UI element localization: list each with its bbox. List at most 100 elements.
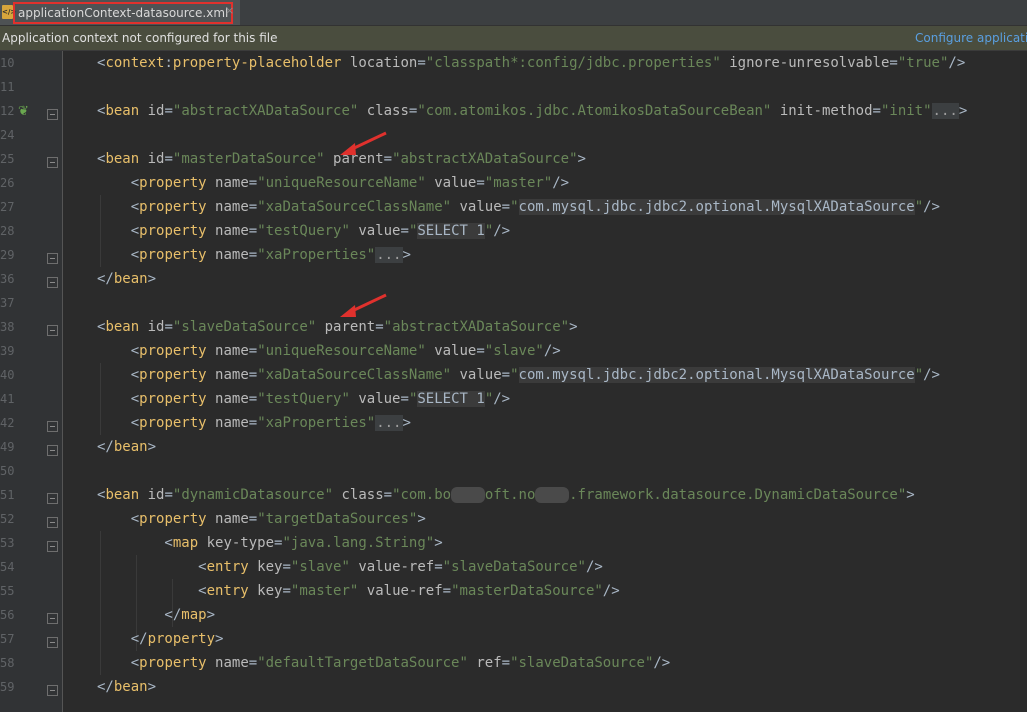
tag-name: entry <box>206 559 249 575</box>
tag-name: property-placeholder <box>172 55 342 71</box>
line-number: 55 <box>0 584 14 598</box>
attr-value: "masterDataSource" <box>451 583 603 599</box>
tag-name: map <box>172 535 199 551</box>
tag-name: bean <box>105 103 140 119</box>
line-number: 24 <box>0 128 14 142</box>
code-line[interactable]: 12 <bean id="abstractXADataSource" class… <box>0 99 1027 123</box>
tag-name: bean <box>113 439 148 455</box>
attr-value: "slave" <box>484 343 544 359</box>
attr-name: name <box>215 367 249 383</box>
code-line[interactable]: 52 <property name="targetDataSources"> <box>0 507 1027 531</box>
attr-name: name <box>215 415 249 431</box>
tag-name: property <box>139 199 207 215</box>
attr-value: "slave" <box>290 559 350 575</box>
code-line[interactable]: 38 <bean id="slaveDataSource" parent="ab… <box>0 315 1027 339</box>
code-line[interactable]: 42 <property name="xaProperties"...> <box>0 411 1027 435</box>
attr-value: "master" <box>484 175 553 191</box>
attr-value: "init" <box>880 103 932 119</box>
folded-region[interactable]: ... <box>931 103 959 119</box>
line-number: 49 <box>0 440 14 454</box>
close-icon[interactable]: × <box>225 4 234 17</box>
line-number: 26 <box>0 176 14 190</box>
code-line[interactable]: 25 <bean id="masterDataSource" parent="a… <box>0 147 1027 171</box>
attr-value: "java.lang.String" <box>282 535 435 551</box>
attr-value: "com.bo <box>392 487 452 503</box>
attr-value: "xaDataSourceClassName" <box>257 199 452 215</box>
tag-name: entry <box>206 583 249 599</box>
attr-value: "uniqueResourceName" <box>257 175 426 191</box>
folded-region[interactable]: ... <box>375 247 403 263</box>
code-line[interactable]: 56 </map> <box>0 603 1027 627</box>
tag-name: property <box>139 415 207 431</box>
attr-name: value-ref <box>358 559 435 575</box>
code-line[interactable]: 29 <property name="xaProperties"...> <box>0 243 1027 267</box>
code-line[interactable]: 40 <property name="xaDataSourceClassName… <box>0 363 1027 387</box>
line-number: 50 <box>0 464 14 478</box>
attr-value: "slaveDataSource" <box>172 319 317 335</box>
tag-name: property <box>147 631 216 647</box>
configure-link[interactable]: Configure applicatio <box>915 26 1027 50</box>
attr-value: "testQuery" <box>257 391 350 407</box>
attr-name: class <box>366 103 409 119</box>
code-line[interactable]: 53 <map key-type="java.lang.String"> <box>0 531 1027 555</box>
attr-name: name <box>215 199 249 215</box>
attr-name: value <box>434 175 477 191</box>
code-line[interactable]: 58 <property name="defaultTargetDataSour… <box>0 651 1027 675</box>
folded-region[interactable]: ... <box>375 415 403 431</box>
highlighted-value: SELECT 1 <box>417 223 485 239</box>
line-number: 59 <box>0 680 14 694</box>
code-line[interactable]: 10 <context:property-placeholder locatio… <box>0 51 1027 75</box>
tab-title[interactable]: applicationContext-datasource.xml <box>13 2 234 24</box>
attr-value: "slaveDataSource" <box>442 559 586 575</box>
editor-tab[interactable]: </> applicationContext-datasource.xml × <box>0 0 240 25</box>
tag-name: bean <box>113 271 148 287</box>
code-line[interactable]: 27 <property name="xaDataSourceClassName… <box>0 195 1027 219</box>
line-number: 54 <box>0 560 14 574</box>
line-number: 53 <box>0 536 14 550</box>
tag-name: property <box>139 175 207 191</box>
tag-name: property <box>139 367 207 383</box>
attr-name: parent <box>324 319 376 335</box>
code-line[interactable]: 57 </property> <box>0 627 1027 651</box>
code-line[interactable]: 55 <entry key="master" value-ref="master… <box>0 579 1027 603</box>
code-editor[interactable]: ❦ 10 <context:property-placeholder locat… <box>0 51 1027 712</box>
code-line[interactable]: 50 <box>0 459 1027 483</box>
attr-value: "dynamicDatasource" <box>172 487 334 503</box>
code-line[interactable]: 59 </bean> <box>0 675 1027 699</box>
tag-name: property <box>139 343 207 359</box>
code-line[interactable]: 36 </bean> <box>0 267 1027 291</box>
attr-name: id <box>147 103 165 119</box>
attr-name: key-type <box>206 535 275 551</box>
tag-name: property <box>139 655 207 671</box>
attr-name: name <box>215 247 249 263</box>
code-line[interactable]: 49 </bean> <box>0 435 1027 459</box>
code-line[interactable]: 28 <property name="testQuery" value="SEL… <box>0 219 1027 243</box>
xml-file-icon: </> <box>2 5 16 19</box>
attr-name: id <box>147 151 165 167</box>
attr-value: "true" <box>897 55 949 71</box>
attr-value: "xaProperties" <box>257 415 376 431</box>
line-number: 36 <box>0 272 14 286</box>
attr-value: "abstractXADataSource" <box>383 319 570 335</box>
attr-value: "abstractXADataSource" <box>172 103 359 119</box>
code-line[interactable]: 37 <box>0 291 1027 315</box>
tag-name: property <box>139 247 207 263</box>
highlighted-value: com.mysql.jdbc.jdbc2.optional.MysqlXADat… <box>518 199 915 215</box>
code-line[interactable]: 41 <property name="testQuery" value="SEL… <box>0 387 1027 411</box>
tag-name: bean <box>113 679 148 695</box>
code-line[interactable]: 54 <entry key="slave" value-ref="slaveDa… <box>0 555 1027 579</box>
line-number: 38 <box>0 320 14 334</box>
code-line[interactable]: 11 <box>0 75 1027 99</box>
attr-name: location <box>349 55 418 71</box>
attr-value: oft.no <box>484 487 536 503</box>
attr-name: class <box>341 487 384 503</box>
code-line[interactable]: 24 <box>0 123 1027 147</box>
line-number: 37 <box>0 296 14 310</box>
attr-name: value <box>358 391 401 407</box>
code-line[interactable]: 39 <property name="uniqueResourceName" v… <box>0 339 1027 363</box>
attr-value: "abstractXADataSource" <box>392 151 578 167</box>
code-line[interactable]: 51 <bean id="dynamicDatasource" class="c… <box>0 483 1027 507</box>
code-line[interactable]: 26 <property name="uniqueResourceName" v… <box>0 171 1027 195</box>
annotation-arrow <box>340 131 387 155</box>
attr-value: "xaDataSourceClassName" <box>257 367 452 383</box>
